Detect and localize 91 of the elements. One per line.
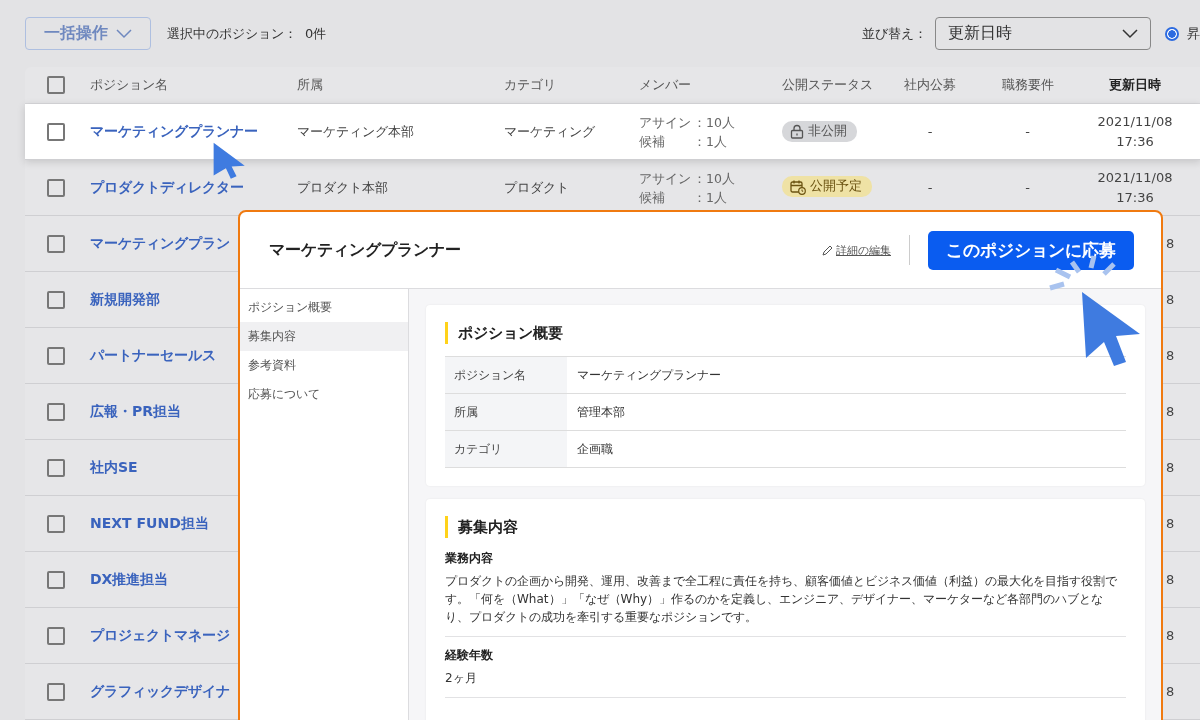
field-text: 2ヶ月 [445,670,478,687]
column-header[interactable]: カテゴリ [504,76,639,94]
sort-select[interactable]: 更新日時 [935,17,1151,50]
table-cell-text: 8 [1166,572,1176,587]
position-link[interactable]: マーケティングプラン [90,234,230,253]
position-link[interactable]: NEXT FUND担当 [90,514,209,533]
table-cell-text: 8 [1166,348,1176,363]
nav-item[interactable]: ポジション概要 [240,293,408,322]
table-cell-text: 8 [1166,628,1176,643]
radio-button[interactable] [1165,26,1179,41]
table-cell: - [927,124,933,139]
table-cell-text: マーケティング [504,122,596,141]
table-cell-text: 8 [1166,684,1176,699]
position-link[interactable]: パートナーセールス [90,346,216,365]
member-label: アサイン [639,113,691,132]
column-header[interactable]: 公開ステータス [782,76,880,94]
position-link[interactable]: 社内SE [90,458,138,477]
checkbox[interactable] [47,514,65,533]
table-cell-text: 8 [1166,404,1176,419]
pencil-icon [822,244,833,256]
column-header[interactable]: 更新日時 [1109,76,1161,94]
column-header[interactable]: メンバー [639,76,782,94]
field-value: 企画職 [576,440,613,458]
checkbox[interactable] [47,290,65,309]
position-link[interactable]: 広報・PR担当 [90,402,182,421]
field-value: マーケティングプランナー [576,366,721,384]
checkbox[interactable] [47,682,65,701]
status-badge: 非公開 [782,120,857,142]
member-count: ：10人 [693,169,735,188]
member-label: 候補 [639,188,666,207]
edit-link[interactable]: 詳細の編集 [822,242,891,258]
field-label: 経験年数 [445,647,494,664]
position-link[interactable]: マーケティングプランナー [90,122,258,141]
checkbox[interactable] [47,346,65,365]
member-count: ：1人 [693,188,728,207]
member-count: ：10人 [693,113,735,132]
position-link[interactable]: プロジェクトマネージ [90,626,230,645]
field-text: プロダクトの企画から開発、運用、改善まで全工程に責任を持ち、顧客価値とビジネス価値（利益）の最大化を目指す役割です。「何を（What）」「なぜ（Why）」作るのかを定義し、エンジニア、デザイナー、マーケターなど各部門のハブとなり、プロダクトの成功を牽引する重要なポジションです。 [445,573,1118,626]
checkbox[interactable] [47,234,65,253]
chevron-down-icon [116,28,132,39]
table-cell-text: 2021/11/08 17:36 [1097,168,1173,207]
checkbox[interactable] [47,570,65,589]
lock-icon [790,123,804,139]
checkbox[interactable] [47,626,65,645]
position-link[interactable]: プロダクトディレクター [90,178,244,197]
calendar-clock-icon [790,178,806,195]
member-count: ：1人 [693,132,728,151]
modal-title: マーケティングプランナー [269,239,462,261]
status-badge: 公開予定 [782,176,872,198]
field-label: カテゴリ [445,431,567,467]
chevron-down-icon [1122,28,1138,39]
order-label: 昇 [1187,24,1200,43]
table-cell: - [1025,180,1030,195]
member-label: 候補 [639,132,666,151]
checkbox[interactable] [47,76,65,94]
table-row[interactable]: マーケティングプランナー マーケティング本部 マーケティング アサイン ：10人 候補 ：1人 非公開 - - 2021/11/08 17:36 [25,104,1200,160]
column-header[interactable]: 職務要件 [1001,76,1054,94]
table-cell: - [927,180,933,195]
selection-label: 選択中のポジション： [167,24,297,43]
section-title: 募集内容 [458,517,518,537]
checkbox[interactable] [47,458,65,477]
field-label: 業務内容 [445,550,494,567]
apply-button[interactable]: このポジションに応募 [928,230,1134,270]
table-cell-text: 2021/11/08 17:36 [1097,112,1173,151]
position-link[interactable]: DX推進担当 [90,570,169,589]
column-header[interactable]: ポジション名 [90,76,297,94]
position-link[interactable]: グラフィックデザイナ [90,682,230,701]
field-label: 所属 [445,394,567,430]
nav-item[interactable]: 募集内容 [240,322,408,351]
table-cell-text: 8 [1166,236,1176,251]
nav-item[interactable]: 参考資料 [240,351,408,380]
member-label: アサイン [639,169,691,188]
table-cell-text: プロダクト本部 [297,178,389,197]
checkbox[interactable] [47,122,65,141]
column-header[interactable]: 社内公募 [904,76,956,94]
column-header[interactable]: 所属 [297,76,504,94]
checkbox[interactable] [47,402,65,421]
table-cell-text: プロダクト [504,178,570,197]
position-link[interactable]: 新規開発部 [90,290,160,309]
selection-count: 0件 [305,24,327,43]
section-title: ポジション概要 [458,323,563,343]
field-label: ポジション名 [445,357,567,393]
field-value: 管理本部 [576,403,625,421]
table-cell-text: マーケティング本部 [297,122,415,141]
table-cell-text: 8 [1166,460,1176,475]
nav-item[interactable]: 応募について [240,380,408,409]
checkbox[interactable] [47,178,65,197]
table-cell-text: 8 [1166,516,1176,531]
sort-label: 並び替え： [862,24,927,43]
table-cell-text: 8 [1166,292,1176,307]
table-cell: - [1025,124,1030,139]
